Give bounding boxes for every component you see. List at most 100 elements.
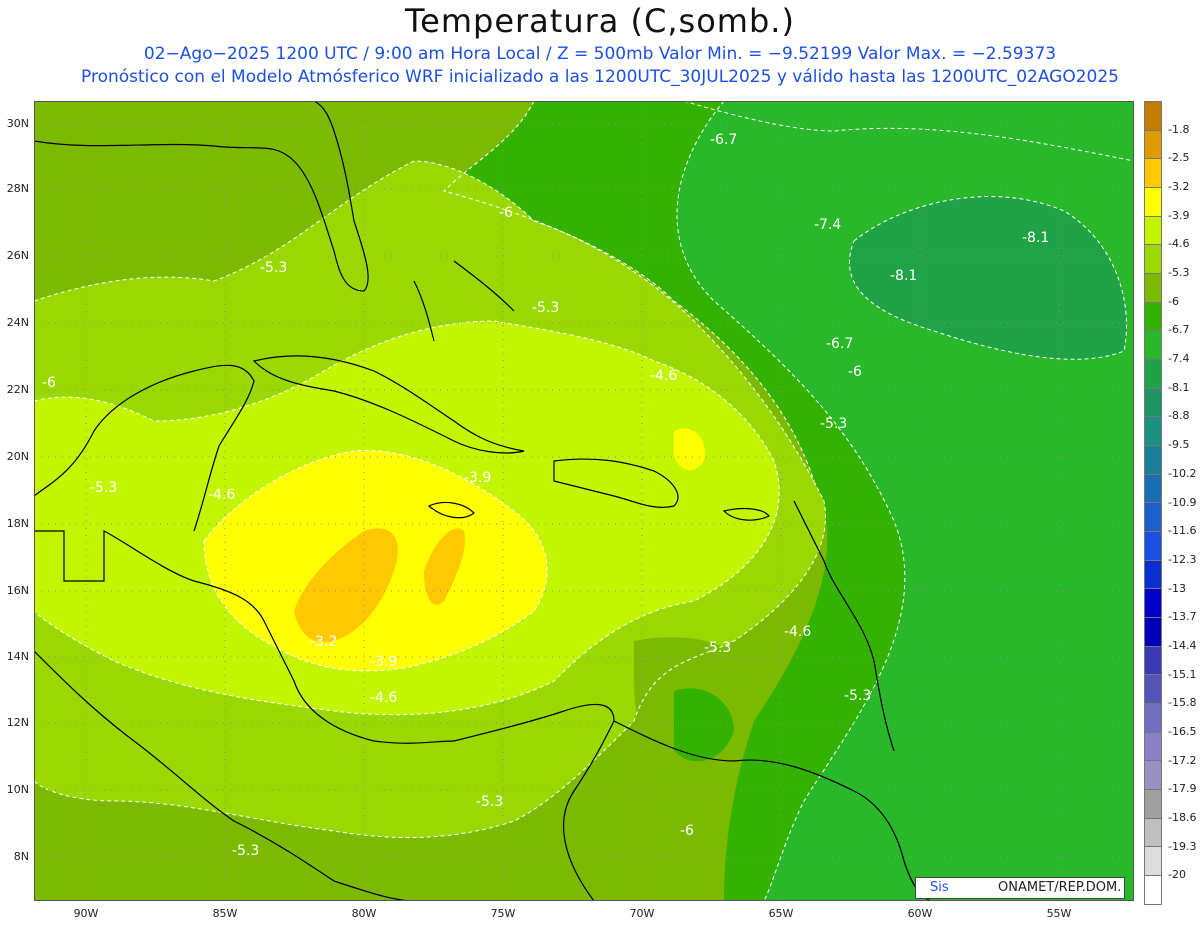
colorbar-label: -18.6: [1168, 810, 1197, 824]
colorbar-swatch: [1144, 417, 1162, 447]
credit-box: Sis ONAMET/REP.DOM.: [915, 877, 1125, 899]
colorbar-swatch: [1144, 589, 1162, 619]
lat-label: 20N: [6, 450, 29, 463]
colorbar-swatch: [1144, 331, 1162, 361]
colorbar-swatch: [1144, 302, 1162, 332]
subtitle-date-stats: 02−Ago−2025 1200 UTC / 9:00 am Hora Loca…: [143, 44, 1057, 64]
contour-label: -6: [42, 375, 56, 391]
colorbar-swatch: [1144, 675, 1162, 705]
lon-label: 90W: [73, 907, 99, 920]
lat-label: 10N: [6, 783, 29, 796]
colorbar-label: -4.6: [1168, 237, 1190, 251]
lon-label: 70W: [629, 907, 655, 920]
contour-label: -4.6: [370, 690, 397, 706]
colorbar-label: -9.5: [1168, 438, 1190, 452]
colorbar-label: -8.1: [1168, 380, 1190, 394]
colorbar-label: -6: [1168, 294, 1179, 308]
lon-label: 85W: [212, 907, 238, 920]
colorbar-label: -11.6: [1168, 524, 1197, 538]
colorbar-label: -14.4: [1168, 638, 1197, 652]
colorbar-swatch: [1144, 474, 1162, 504]
contour-label: -6: [499, 205, 513, 221]
colorbar-swatch: [1144, 790, 1162, 819]
colorbar-swatch: [1144, 646, 1162, 676]
lon-label: 75W: [490, 907, 516, 920]
colorbar-label: -6.7: [1168, 323, 1190, 337]
colorbar-label: -2.5: [1168, 151, 1190, 165]
contour-label: -5.3: [476, 794, 503, 810]
colorbar-swatch: [1144, 446, 1162, 475]
credit-right: ONAMET/REP.DOM.: [998, 880, 1122, 895]
credit-left: Sis: [930, 880, 949, 895]
subtitle-model-info: Pronóstico con el Modelo Atmósferico WRF…: [81, 67, 1119, 87]
colorbar-label: -20: [1168, 868, 1186, 882]
colorbar-swatch: [1144, 732, 1162, 762]
lat-label: 16N: [6, 584, 29, 597]
contour-label: -3.9: [464, 470, 491, 486]
lon-label: 65W: [768, 907, 794, 920]
colorbar-swatch: [1144, 159, 1162, 189]
colorbar-swatch: [1144, 101, 1162, 131]
colorbar-label: -15.8: [1168, 696, 1197, 710]
contour-label: -6: [848, 364, 862, 380]
colorbar-swatch: [1144, 704, 1162, 733]
contour-label: -5.3: [820, 416, 847, 432]
contour-label: -5.3: [704, 640, 731, 656]
colorbar-label: -1.8: [1168, 122, 1190, 136]
colorbar-label: -17.9: [1168, 782, 1197, 796]
lat-label: 24N: [6, 316, 29, 329]
contour-label: -3.2: [310, 634, 337, 650]
contour-label: -5.3: [532, 300, 559, 316]
colorbar-swatch: [1144, 847, 1162, 877]
colorbar-label: -12.3: [1168, 552, 1197, 566]
colorbar-label: -3.2: [1168, 180, 1190, 194]
colorbar-swatch: [1144, 130, 1162, 160]
colorbar-swatch: [1144, 388, 1162, 418]
contour-label: -4.6: [650, 368, 677, 384]
contour-label: -3.9: [370, 654, 397, 670]
lat-label: 26N: [6, 249, 29, 262]
lat-label: 12N: [6, 716, 29, 729]
lat-label: 8N: [13, 850, 29, 863]
colorbar-swatch: [1144, 560, 1162, 590]
map-title: Temperatura (C,somb.): [405, 2, 795, 40]
contour-label: -6.7: [710, 132, 737, 148]
colorbar-swatch: [1144, 818, 1162, 848]
colorbar-swatch: [1144, 188, 1162, 217]
colorbar-label: -17.2: [1168, 753, 1197, 767]
lat-label: 22N: [6, 383, 29, 396]
contour-label: -7.4: [814, 217, 841, 233]
colorbar-label: -13: [1168, 581, 1186, 595]
colorbar-label: -19.3: [1168, 839, 1197, 853]
lon-label: 55W: [1046, 907, 1072, 920]
contour-label: -5.3: [232, 843, 259, 859]
colorbar-swatch: [1144, 274, 1162, 303]
contour-label: -5.3: [844, 688, 871, 704]
lat-label: 18N: [6, 517, 29, 530]
colorbar-label: -3.9: [1168, 208, 1190, 222]
temperature-map: -6.7 -6 -7.4 -8.1 -8.1 -5.3 -5.3 -6.7 -6…: [34, 101, 1134, 901]
lat-label: 28N: [6, 182, 29, 195]
contour-label: -8.1: [890, 268, 917, 284]
colorbar-swatch: [1144, 245, 1162, 275]
colorbar-swatch: [1144, 216, 1162, 246]
colorbar-label: -16.5: [1168, 724, 1197, 738]
colorbar-swatch: [1144, 876, 1162, 905]
colorbar-swatch: [1144, 503, 1162, 533]
contour-label: -6: [680, 823, 694, 839]
colorbar-swatch: [1144, 360, 1162, 389]
colorbar: [1144, 101, 1162, 905]
contour-label: -6.7: [826, 336, 853, 352]
colorbar-label: -10.9: [1168, 495, 1197, 509]
colorbar-label: -8.8: [1168, 409, 1190, 423]
colorbar-label: -15.1: [1168, 667, 1197, 681]
colorbar-label: -10.2: [1168, 466, 1197, 480]
contour-label: -5.3: [260, 260, 287, 276]
lon-label: 60W: [907, 907, 933, 920]
lat-label: 14N: [6, 650, 29, 663]
contour-label: -8.1: [1022, 230, 1049, 246]
lon-label: 80W: [351, 907, 377, 920]
lat-label: 30N: [6, 117, 29, 130]
colorbar-swatch: [1144, 761, 1162, 791]
colorbar-swatch: [1144, 532, 1162, 561]
